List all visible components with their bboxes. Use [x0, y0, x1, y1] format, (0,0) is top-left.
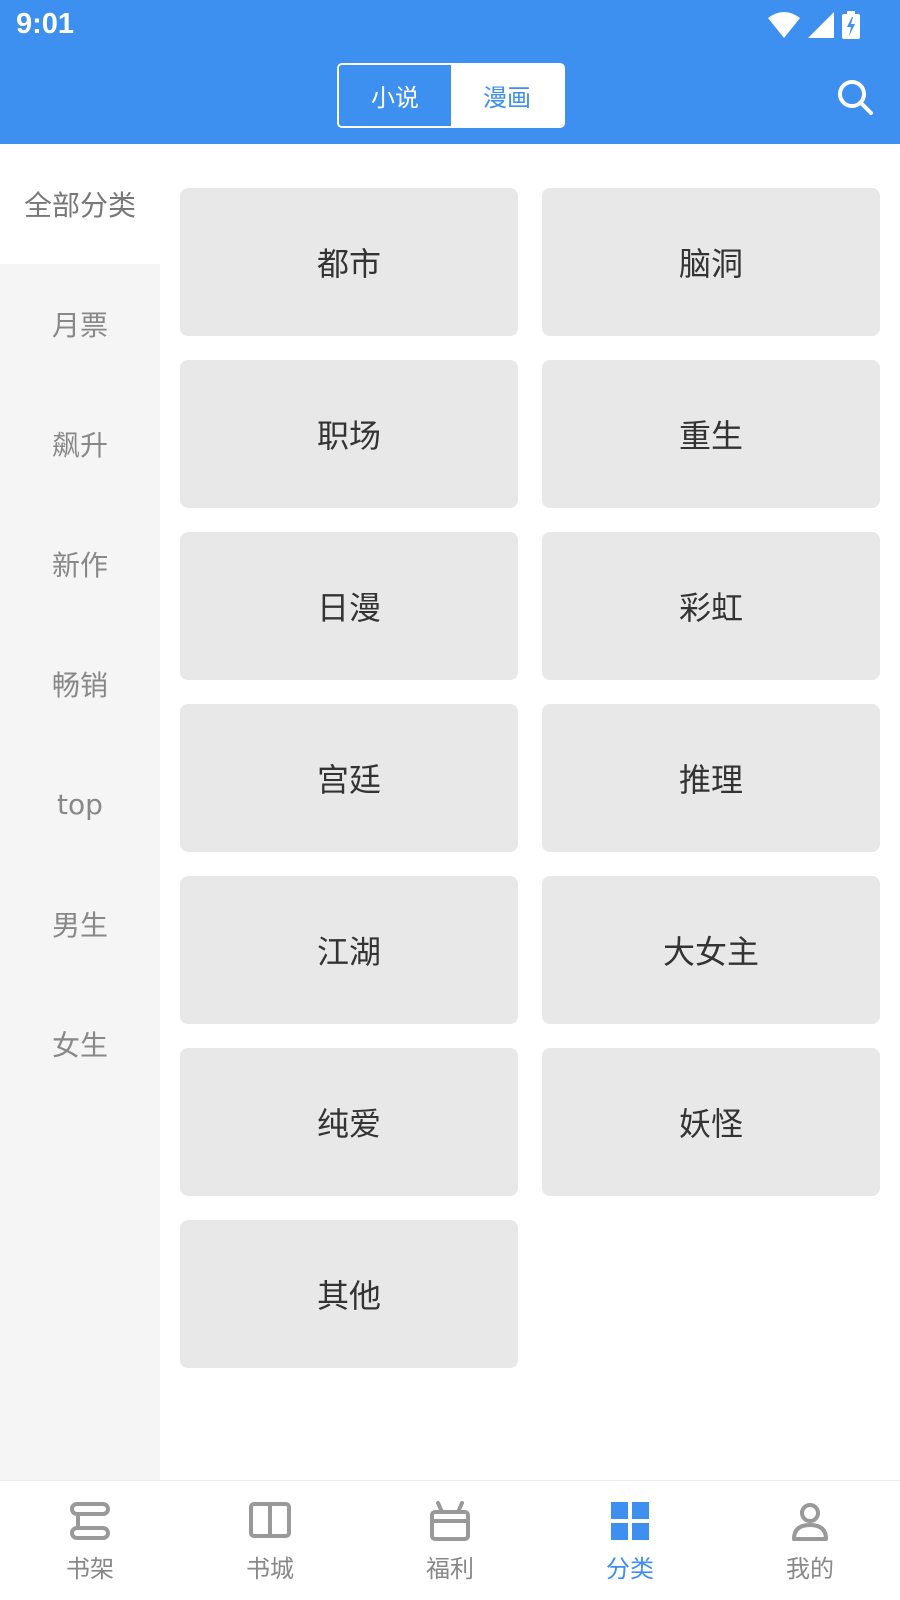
sidebar-item-female[interactable]: 女生 — [0, 984, 160, 1104]
nav-label: 我的 — [786, 1555, 834, 1583]
sidebar-item-all[interactable]: 全部分类 — [0, 144, 160, 264]
nav-welfare[interactable]: 福利 — [360, 1481, 540, 1600]
category-card[interactable]: 日漫 — [180, 532, 518, 680]
status-icons — [768, 8, 860, 42]
gift-icon — [430, 1501, 470, 1541]
category-card[interactable]: 都市 — [180, 188, 518, 336]
category-card[interactable]: 纯爱 — [180, 1048, 518, 1196]
nav-bookstore[interactable]: 书城 — [180, 1481, 360, 1600]
status-time: 9:01 — [16, 8, 75, 40]
bottom-navigation: 书架 书城 福利 分类 我的 — [0, 1480, 900, 1600]
category-card[interactable]: 妖怪 — [542, 1048, 880, 1196]
nav-category[interactable]: 分类 — [540, 1481, 720, 1600]
nav-label: 福利 — [426, 1555, 474, 1583]
sidebar-item-male[interactable]: 男生 — [0, 864, 160, 984]
nav-label: 书架 — [66, 1555, 114, 1583]
wifi-icon — [768, 12, 800, 38]
battery-charging-icon — [842, 11, 860, 39]
nav-bookshelf[interactable]: 书架 — [0, 1481, 180, 1600]
category-card[interactable]: 职场 — [180, 360, 518, 508]
tab-novel[interactable]: 小说 — [339, 65, 451, 126]
category-card[interactable]: 推理 — [542, 704, 880, 852]
sidebar-item-new[interactable]: 新作 — [0, 504, 160, 624]
nav-label: 书城 — [246, 1555, 294, 1583]
search-button[interactable] — [830, 72, 880, 122]
category-sidebar: 全部分类 月票 飙升 新作 畅销 top 男生 女生 — [0, 144, 160, 1480]
grid-icon — [611, 1502, 649, 1540]
category-card[interactable]: 脑洞 — [542, 188, 880, 336]
sidebar-item-top[interactable]: top — [0, 744, 160, 864]
signal-icon — [808, 12, 834, 38]
search-icon — [838, 80, 873, 115]
app-bar: 9:01 小说 漫画 — [0, 0, 900, 144]
nav-profile[interactable]: 我的 — [720, 1481, 900, 1600]
category-card[interactable]: 宫廷 — [180, 704, 518, 852]
sidebar-item-rising[interactable]: 飙升 — [0, 384, 160, 504]
nav-label: 分类 — [606, 1555, 654, 1583]
category-card[interactable]: 江湖 — [180, 876, 518, 1024]
tab-comic[interactable]: 漫画 — [451, 65, 563, 126]
category-card[interactable]: 其他 — [180, 1220, 518, 1368]
category-card[interactable]: 大女主 — [542, 876, 880, 1024]
category-card[interactable]: 彩虹 — [542, 532, 880, 680]
category-card[interactable]: 重生 — [542, 360, 880, 508]
open-book-icon — [249, 1502, 291, 1538]
content-type-switch: 小说 漫画 — [337, 63, 565, 128]
bookshelf-icon — [70, 1502, 110, 1540]
sidebar-item-bestseller[interactable]: 畅销 — [0, 624, 160, 744]
sidebar-item-monthly-ticket[interactable]: 月票 — [0, 264, 160, 384]
user-icon — [792, 1503, 828, 1541]
